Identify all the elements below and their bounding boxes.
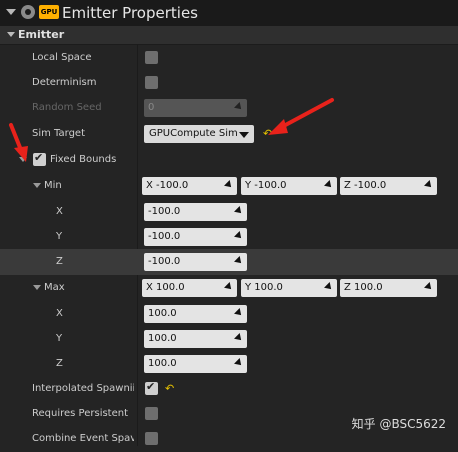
row-determinism: Determinism [0, 70, 458, 96]
watermark: 知乎 @BSC5622 [351, 417, 446, 431]
drag-arrow-icon [234, 231, 244, 241]
min-y-value: -100.0 [148, 231, 181, 242]
row-fixed-bounds: Fixed Bounds [0, 147, 458, 173]
row-max-y: Y 100.0 [0, 326, 458, 352]
max-z-inline: Z 100.0 [344, 282, 383, 293]
random-seed-field[interactable]: 0 [144, 99, 247, 117]
row-min-y: Y -100.0 [0, 224, 458, 250]
requires-persistent-checkbox[interactable] [145, 407, 158, 420]
expand-triangle-icon[interactable] [33, 183, 41, 188]
drag-arrow-icon [234, 308, 244, 318]
row-min: Min X -100.0 Y -100.0 Z -100.0 [0, 173, 458, 199]
max-y-value: 100.0 [148, 333, 177, 344]
drag-arrow-icon [234, 333, 244, 343]
min-z-label: Z [56, 256, 63, 267]
max-x-value: 100.0 [148, 308, 177, 319]
combine-event-spawn-checkbox[interactable] [145, 432, 158, 445]
determinism-label: Determinism [32, 77, 97, 88]
category-label: Emitter [18, 28, 65, 41]
max-y-input[interactable]: 100.0 [144, 330, 247, 348]
drag-arrow-icon [234, 256, 244, 266]
reset-to-default-icon[interactable]: ↶ [165, 383, 174, 395]
drag-arrow-icon [234, 102, 244, 112]
gpu-badge: GPU [39, 5, 59, 19]
min-y-inline: Y -100.0 [245, 180, 287, 191]
max-x-input[interactable]: 100.0 [144, 305, 247, 323]
gear-icon [21, 5, 35, 19]
row-local-space: Local Space [0, 45, 458, 71]
panel-title: Emitter Properties [62, 4, 198, 22]
combine-event-spawn-label: Combine Event Spav [32, 433, 134, 444]
annotation-arrow-icon [268, 98, 334, 135]
collapse-triangle-icon[interactable] [6, 9, 16, 15]
sim-target-label: Sim Target [32, 128, 85, 139]
max-x-inline: X 100.0 [146, 282, 185, 293]
drag-arrow-icon [324, 282, 334, 292]
annotation-arrow-icon [9, 123, 28, 162]
interpolated-spawning-checkbox[interactable] [145, 380, 158, 395]
fixed-bounds-label: Fixed Bounds [50, 154, 117, 165]
max-x-field[interactable]: X 100.0 [142, 279, 237, 297]
drag-arrow-icon [234, 206, 244, 216]
fixed-bounds-checkbox[interactable] [33, 151, 46, 166]
min-x-inline: X -100.0 [146, 180, 189, 191]
max-y-inline: Y 100.0 [245, 282, 283, 293]
row-max-x: X 100.0 [0, 301, 458, 327]
random-seed-value: 0 [148, 102, 155, 113]
row-interpolated-spawning: Interpolated Spawnii ↶ [0, 376, 458, 402]
min-y-label: Y [56, 231, 63, 242]
row-sim-target: Sim Target GPUCompute Sim ↶ [0, 121, 458, 147]
row-min-x: X -100.0 [0, 199, 458, 225]
row-max: Max X 100.0 Y 100.0 Z 100.0 [0, 275, 458, 301]
max-z-label: Z [56, 358, 63, 369]
panel-header: GPU Emitter Properties [0, 0, 458, 27]
determinism-checkbox[interactable] [145, 76, 158, 89]
min-y-field[interactable]: Y -100.0 [241, 177, 337, 195]
min-label: Min [44, 180, 62, 191]
min-y-input[interactable]: -100.0 [144, 228, 247, 246]
max-x-label: X [56, 308, 63, 319]
min-x-input[interactable]: -100.0 [144, 203, 247, 221]
interpolated-spawning-label: Interpolated Spawnii [32, 383, 134, 394]
min-x-value: -100.0 [148, 206, 181, 217]
max-z-input[interactable]: 100.0 [144, 355, 247, 373]
expand-triangle-icon[interactable] [33, 285, 41, 290]
min-x-label: X [56, 206, 63, 217]
chevron-down-icon [239, 132, 249, 138]
row-random-seed: Random Seed 0 [0, 95, 458, 121]
max-label: Max [44, 282, 65, 293]
max-y-field[interactable]: Y 100.0 [241, 279, 337, 297]
sim-target-dropdown[interactable]: GPUCompute Sim [144, 125, 254, 143]
min-x-field[interactable]: X -100.0 [142, 177, 237, 195]
drag-arrow-icon [224, 180, 234, 190]
sim-target-value: GPUCompute Sim [149, 128, 238, 139]
drag-arrow-icon [234, 358, 244, 368]
min-z-value: -100.0 [148, 256, 181, 267]
max-z-field[interactable]: Z 100.0 [340, 279, 437, 297]
local-space-label: Local Space [32, 52, 92, 63]
category-emitter[interactable]: Emitter [0, 26, 458, 45]
min-z-input[interactable]: -100.0 [144, 253, 247, 271]
random-seed-label: Random Seed [32, 102, 102, 113]
drag-arrow-icon [324, 180, 334, 190]
drag-arrow-icon [424, 282, 434, 292]
max-z-value: 100.0 [148, 358, 177, 369]
max-y-label: Y [56, 333, 63, 344]
requires-persistent-label: Requires Persistent [32, 408, 129, 419]
drag-arrow-icon [424, 180, 434, 190]
row-min-z: Z -100.0 [0, 249, 458, 275]
expand-triangle-icon[interactable] [7, 32, 15, 37]
min-z-field[interactable]: Z -100.0 [340, 177, 437, 195]
local-space-checkbox[interactable] [145, 51, 158, 64]
min-z-inline: Z -100.0 [344, 180, 387, 191]
row-max-z: Z 100.0 [0, 351, 458, 377]
drag-arrow-icon [224, 282, 234, 292]
